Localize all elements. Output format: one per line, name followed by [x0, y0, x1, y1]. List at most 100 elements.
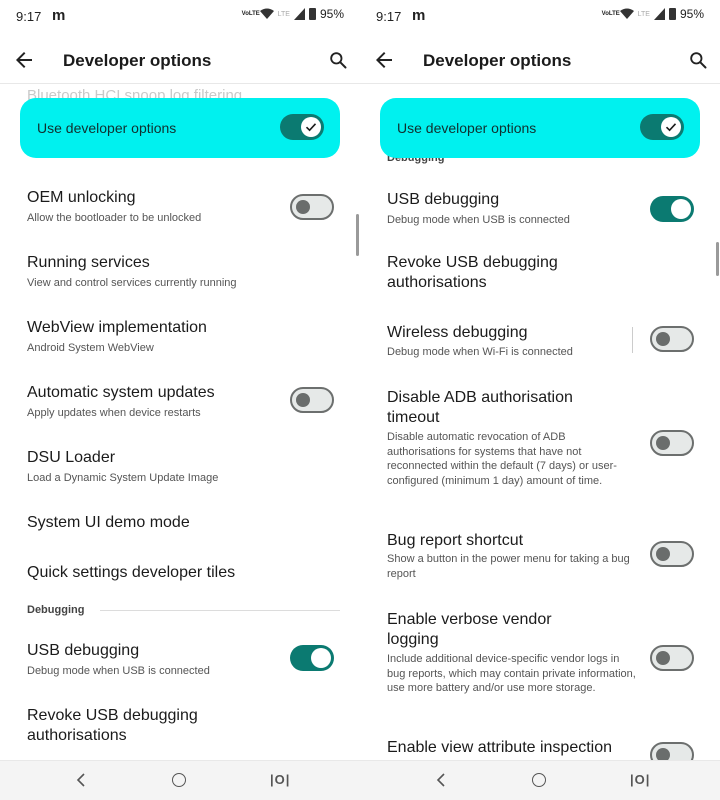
page-title: Developer options [63, 51, 212, 70]
view-attribute-switch[interactable] [650, 742, 694, 760]
master-switch[interactable] [640, 114, 684, 140]
search-icon[interactable] [688, 50, 708, 70]
item-title: Bug report shortcut [387, 532, 524, 549]
notification-icon: m [52, 7, 66, 24]
adb-timeout-switch[interactable] [650, 430, 694, 456]
status-icons: VoLTE LTE 95% [242, 7, 344, 21]
battery-percent: 95% [319, 7, 344, 21]
search-icon[interactable] [328, 50, 348, 70]
item-summary: Android System WebView [27, 342, 154, 354]
item-title: System UI demo mode [27, 514, 190, 531]
volte-icon: VoLTE [601, 11, 620, 17]
list-item-running-services[interactable]: Running services View and control servic… [0, 251, 360, 307]
master-switch[interactable] [280, 114, 324, 140]
status-icons: VoLTE LTE 95% [602, 7, 704, 21]
item-title: Automatic system updates [27, 384, 215, 401]
recents-icon[interactable]: |O| [270, 772, 290, 787]
navigation-bar: |O| [0, 760, 360, 800]
item-summary: Show a button in the power menu for taki… [387, 553, 630, 580]
section-divider [100, 610, 340, 611]
scrollbar[interactable] [716, 242, 719, 276]
circle-home-icon[interactable] [532, 773, 546, 787]
status-bar: 9:17 m VoLTE LTE 95% [0, 0, 360, 32]
wireless-debugging-switch[interactable] [650, 326, 694, 352]
use-developer-options-bar[interactable]: Use developer options [20, 98, 340, 158]
usb-debugging-switch[interactable] [650, 196, 694, 222]
list-item-wireless-debugging[interactable]: Wireless debugging Debug mode when Wi-Fi… [360, 323, 720, 379]
navigation-bar: |O| [360, 760, 720, 800]
list-item-usb-debugging[interactable]: USB debugging Debug mode when USB is con… [0, 639, 360, 695]
item-title: Revoke USB debugging authorisations [27, 707, 198, 744]
check-icon [305, 123, 317, 132]
status-bar: 9:17 m VoLTE LTE 95% [360, 0, 720, 32]
item-title: Enable verbose vendor logging [387, 611, 552, 648]
recents-icon[interactable]: |O| [630, 772, 650, 787]
item-title: Running services [27, 254, 150, 271]
page-title: Developer options [423, 51, 572, 70]
list-item-revoke-usb[interactable]: Revoke USB debugging authorisations [360, 253, 720, 309]
arrow-left-icon[interactable] [12, 48, 36, 72]
item-summary: Debug mode when USB is connected [27, 665, 210, 677]
list-item-automatic-updates[interactable]: Automatic system updates Apply updates w… [0, 381, 360, 437]
item-title: USB debugging [27, 642, 140, 659]
automatic-updates-switch[interactable] [290, 387, 334, 413]
chevron-left-icon[interactable] [433, 771, 451, 789]
settings-list: Bluetooth HCI snoop log filtering Use de… [0, 84, 360, 760]
wifi-icon [259, 8, 274, 19]
item-summary: Include additional device-specific vendo… [387, 653, 636, 694]
chevron-left-icon[interactable] [73, 771, 91, 789]
bug-report-switch[interactable] [650, 541, 694, 567]
item-summary: Apply updates when device restarts [27, 407, 201, 419]
divider [632, 327, 633, 353]
item-title: OEM unlocking [27, 189, 136, 206]
check-icon [665, 123, 677, 132]
item-title: Quick settings developer tiles [27, 564, 236, 581]
item-title: Revoke USB debugging authorisations [387, 254, 558, 291]
scrollbar[interactable] [356, 214, 359, 256]
volte-icon: VoLTE [241, 11, 260, 17]
item-summary: Disable automatic revocation of ADB auth… [387, 431, 617, 487]
list-item-revoke-usb[interactable]: Revoke USB debugging authorisations [0, 704, 360, 760]
lte-icon: LTE [277, 10, 290, 18]
item-summary: Debug mode when Wi-Fi is connected [387, 346, 573, 358]
list-item-oem-unlocking[interactable]: OEM unlocking Allow the bootloader to be… [0, 186, 360, 242]
list-item-view-attribute[interactable]: Enable view attribute inspection [360, 738, 720, 760]
battery-icon [308, 8, 316, 20]
wifi-icon [619, 8, 634, 19]
left-screen: 9:17 m VoLTE LTE 95% Developer options B… [0, 0, 360, 800]
app-bar: Developer options [0, 40, 360, 84]
item-title: Enable view attribute inspection [387, 739, 613, 756]
battery-icon [668, 8, 676, 20]
use-developer-options-bar[interactable]: Use developer options [380, 98, 700, 158]
usb-debugging-switch[interactable] [290, 645, 334, 671]
arrow-left-icon[interactable] [372, 48, 396, 72]
item-summary: Load a Dynamic System Update Image [27, 472, 219, 484]
master-switch-label: Use developer options [37, 120, 177, 136]
app-bar: Developer options [360, 40, 720, 84]
battery-percent: 95% [679, 7, 704, 21]
list-item-bug-report[interactable]: Bug report shortcut Show a button in the… [360, 531, 720, 587]
circle-home-icon[interactable] [172, 773, 186, 787]
notification-icon: m [412, 7, 426, 24]
item-title: Wireless debugging [387, 324, 528, 341]
item-title: Disable ADB authorisation timeout [387, 389, 573, 426]
lte-icon: LTE [637, 10, 650, 18]
item-summary: View and control services currently runn… [27, 277, 237, 289]
status-time: 9:17 [16, 9, 42, 24]
item-title: USB debugging [387, 191, 500, 208]
list-item-demo-mode[interactable]: System UI demo mode [0, 511, 360, 551]
item-summary: Allow the bootloader to be unlocked [27, 212, 202, 224]
oem-unlocking-switch[interactable] [290, 194, 334, 220]
list-item-webview[interactable]: WebView implementation Android System We… [0, 316, 360, 372]
right-screen: 9:17 m VoLTE LTE 95% Developer options U… [360, 0, 720, 800]
list-item-usb-debugging[interactable]: USB debugging Debug mode when USB is con… [360, 188, 720, 244]
settings-list: Use developer options Debugging USB debu… [360, 84, 720, 760]
item-summary: Debug mode when USB is connected [387, 214, 570, 226]
list-item-quick-tiles[interactable]: Quick settings developer tiles [0, 561, 360, 601]
list-item-verbose-logging[interactable]: Enable verbose vendor logging Include ad… [360, 610, 720, 710]
list-item-dsu-loader[interactable]: DSU Loader Load a Dynamic System Update … [0, 446, 360, 502]
section-header-debugging: Debugging [27, 604, 85, 616]
verbose-logging-switch[interactable] [650, 645, 694, 671]
master-switch-label: Use developer options [397, 120, 537, 136]
list-item-adb-timeout[interactable]: Disable ADB authorisation timeout Disabl… [360, 388, 720, 498]
